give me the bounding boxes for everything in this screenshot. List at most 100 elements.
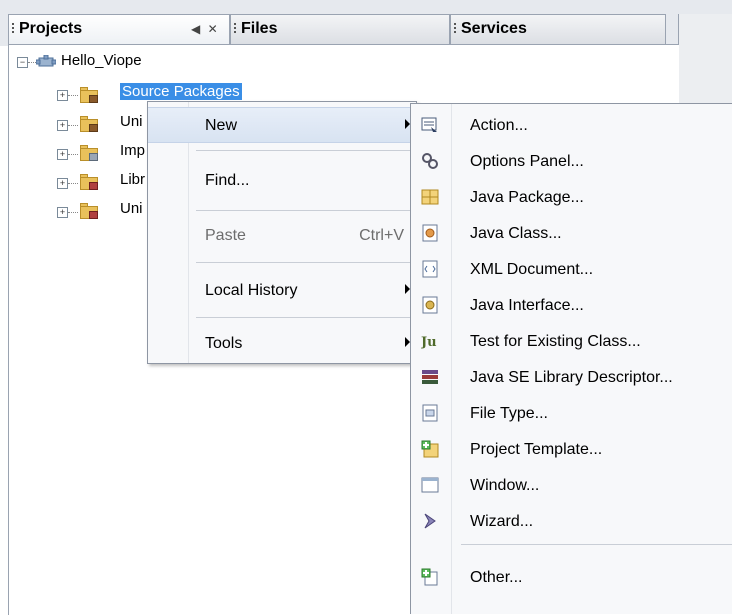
collapse-toggle-icon[interactable]: −: [17, 57, 28, 68]
menu-item-label: New: [205, 117, 238, 134]
tree-node[interactable]: Libr: [120, 171, 145, 193]
libraries-folder-icon: [80, 174, 98, 190]
library-descriptor-icon: [422, 370, 438, 384]
java-package-icon: [421, 189, 439, 205]
svg-text:Ju: Ju: [421, 335, 437, 350]
submenu-item-label: Test for Existing Class...: [470, 333, 641, 350]
menu-item-label: Find...: [205, 172, 250, 189]
submenu-item-xml-document[interactable]: XML Document...: [411, 252, 732, 288]
test-folder-icon: [80, 116, 98, 132]
action-icon: [421, 117, 437, 132]
submenu-item-file-type[interactable]: File Type...: [411, 396, 732, 432]
tree-node-label: Imp: [120, 142, 146, 159]
submenu-item-test-existing-class[interactable]: Ju Test for Existing Class...: [411, 324, 732, 360]
file-type-icon: [422, 404, 438, 422]
menu-separator: [196, 317, 410, 318]
submenu-item-project-template[interactable]: Project Template...: [411, 432, 732, 468]
menu-separator: [196, 262, 410, 263]
submenu-item-label: Java Package...: [470, 189, 584, 206]
close-icon[interactable]: ✕: [208, 22, 218, 36]
java-interface-icon: [422, 296, 438, 314]
submenu-item-label: Other...: [470, 569, 523, 586]
submenu-item-label: Window...: [470, 477, 540, 494]
tree-node[interactable]: Imp: [120, 142, 145, 164]
tree-connector: [28, 62, 36, 63]
menu-item-label: Local History: [205, 282, 298, 299]
tab-bar: Projects ◀ ✕ Files Services: [0, 0, 732, 46]
expand-toggle-icon[interactable]: +: [57, 120, 68, 131]
submenu-item-label: XML Document...: [470, 261, 594, 278]
options-panel-icon: [422, 153, 438, 169]
submenu-item-java-interface[interactable]: Java Interface...: [411, 288, 732, 324]
menu-separator: [196, 210, 410, 211]
tab-grip: [234, 23, 236, 35]
project-name: Hello_Viope: [61, 52, 142, 69]
menu-item-label: Paste: [205, 227, 246, 244]
expand-toggle-icon[interactable]: +: [57, 149, 68, 160]
tree-connector: [68, 212, 78, 213]
submenu-item-label: Options Panel...: [470, 153, 584, 170]
tree-node-label: Libr: [120, 171, 146, 188]
menu-item-label: Tools: [205, 335, 243, 352]
tree-connector: [68, 154, 78, 155]
project-template-icon: [421, 440, 439, 458]
submenu-item-label: File Type...: [470, 405, 548, 422]
expand-toggle-icon[interactable]: +: [57, 207, 68, 218]
source-folder-icon: [80, 87, 98, 103]
menu-item-new[interactable]: New: [148, 107, 416, 143]
expand-toggle-icon[interactable]: +: [57, 178, 68, 189]
tab-projects-label: Projects: [19, 20, 83, 37]
menu-item-local-history[interactable]: Local History: [148, 273, 416, 309]
menu-separator: [196, 150, 410, 151]
project-icon: [36, 55, 56, 67]
tree-node[interactable]: Uni: [120, 200, 143, 222]
submenu-item-label: Java Interface...: [470, 297, 584, 314]
tab-controls: ◀ ✕: [191, 22, 218, 36]
tree-node-label: Uni: [120, 200, 143, 217]
menu-item-paste: Paste Ctrl+V: [148, 218, 416, 254]
tree-node[interactable]: Uni: [120, 113, 143, 135]
tab-grip: [454, 23, 456, 35]
tree-connector: [68, 183, 78, 184]
submenu-item-java-class[interactable]: Java Class...: [411, 216, 732, 252]
tab-files[interactable]: Files: [230, 14, 450, 44]
shortcut-label: Ctrl+V: [359, 227, 404, 244]
submenu-item-other[interactable]: Other...: [411, 560, 732, 596]
new-submenu: Action... Options Panel... Java Package.…: [410, 103, 732, 614]
menu-item-find[interactable]: Find...: [148, 163, 416, 199]
wizard-icon: [424, 513, 436, 529]
other-icon: [421, 568, 438, 586]
test-libraries-folder-icon: [80, 203, 98, 219]
tab-projects[interactable]: Projects ◀ ✕: [8, 14, 230, 44]
tree-node-label: Uni: [120, 113, 143, 130]
submenu-item-options-panel[interactable]: Options Panel...: [411, 144, 732, 180]
window-icon: [421, 477, 439, 493]
tree-connector: [68, 125, 78, 126]
submenu-item-wizard[interactable]: Wizard...: [411, 504, 732, 540]
tab-files-label: Files: [241, 20, 278, 37]
minimize-icon[interactable]: ◀: [191, 22, 200, 36]
context-menu: New Find... Paste Ctrl+V Local History T…: [147, 101, 417, 364]
imports-folder-icon: [80, 145, 98, 161]
submenu-item-label: Wizard...: [470, 513, 534, 530]
selected-node-label: Source Packages: [120, 83, 242, 100]
tree-connector: [68, 95, 78, 96]
submenu-item-label: Action...: [470, 117, 528, 134]
expand-toggle-icon[interactable]: +: [57, 90, 68, 101]
submenu-separator: [461, 544, 732, 545]
submenu-item-label: Java Class...: [470, 225, 562, 242]
tab-services-label: Services: [461, 20, 527, 37]
java-class-icon: [422, 224, 438, 242]
submenu-item-label: Java SE Library Descriptor...: [470, 369, 673, 386]
tab-services[interactable]: Services: [450, 14, 666, 44]
submenu-item-window[interactable]: Window...: [411, 468, 732, 504]
submenu-item-action[interactable]: Action...: [411, 108, 732, 144]
xml-document-icon: [422, 260, 438, 278]
tab-grip: [12, 23, 14, 35]
menu-item-tools[interactable]: Tools: [148, 326, 416, 362]
junit-test-icon: Ju: [421, 335, 437, 350]
tree-root-project[interactable]: Hello_Viope: [61, 52, 142, 74]
submenu-item-label: Project Template...: [470, 441, 603, 458]
submenu-item-library-descriptor[interactable]: Java SE Library Descriptor...: [411, 360, 732, 396]
submenu-item-java-package[interactable]: Java Package...: [411, 180, 732, 216]
